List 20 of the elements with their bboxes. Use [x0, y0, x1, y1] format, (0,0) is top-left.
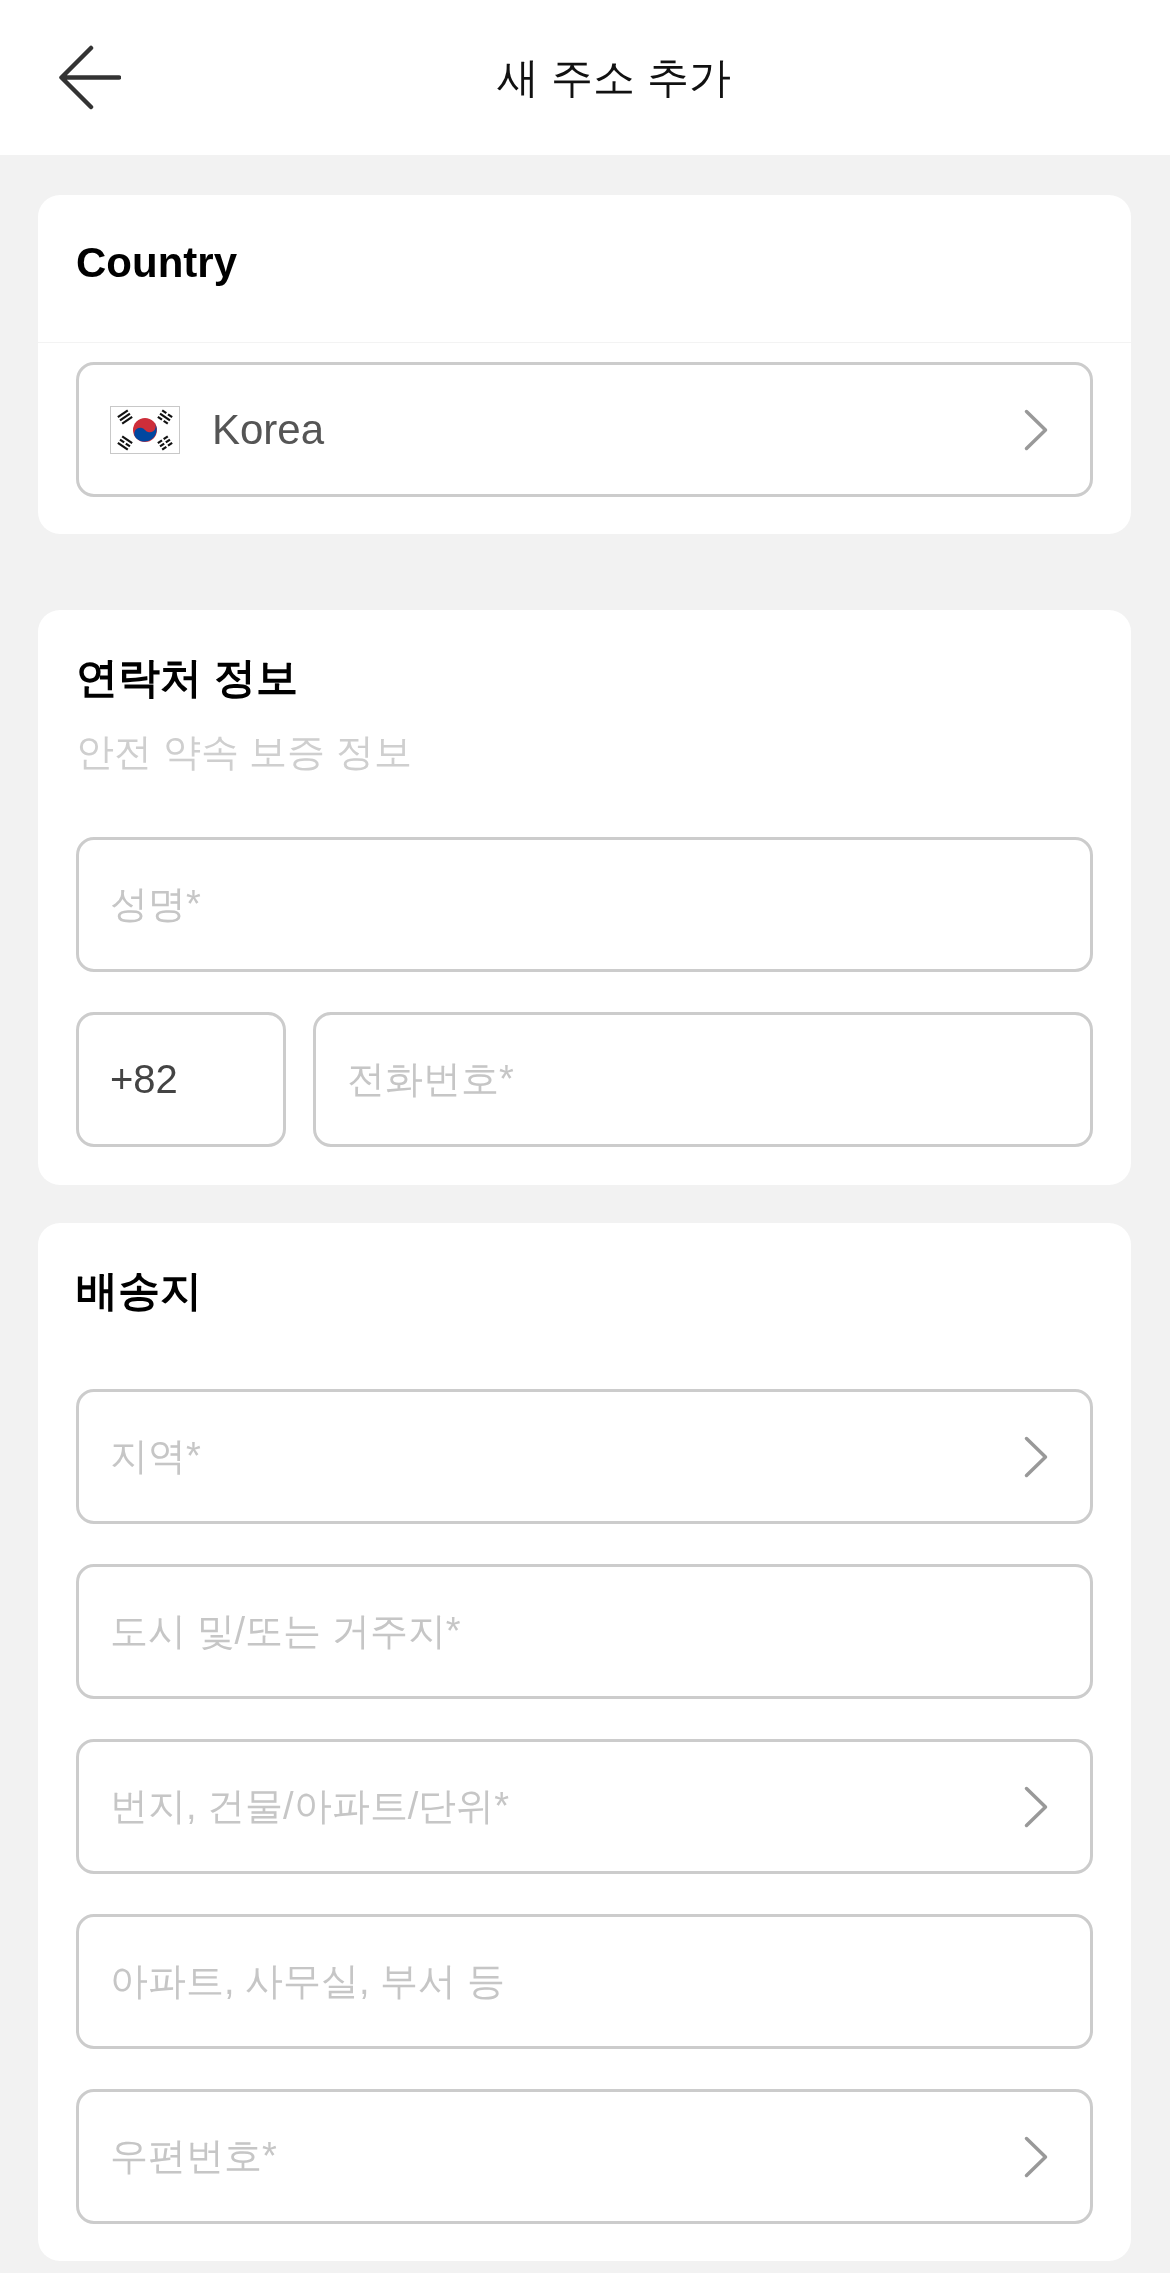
chevron-right-icon [1024, 2135, 1048, 2178]
flag-icon [110, 405, 180, 454]
section-title: 연락처 정보 [76, 653, 298, 703]
section-title: 배송지 [76, 1266, 202, 1316]
country-select-field[interactable]: Korea [76, 362, 1093, 497]
select-field[interactable]: 번지, 건물/아파트/단위* [76, 1739, 1093, 1874]
select-field[interactable]: 지역* [76, 1389, 1093, 1524]
page-title: 새 주소 추가 [497, 52, 731, 103]
select-field[interactable]: 우편번호* [76, 2089, 1093, 2224]
chevron-right-icon [1024, 1435, 1048, 1478]
input-field[interactable]: 전화번호* [313, 1012, 1093, 1147]
chevron-right-icon [1024, 408, 1048, 451]
chevron-right-icon [1024, 1785, 1048, 1828]
arrow-left-icon [58, 45, 121, 110]
input-field[interactable]: 성명* [76, 837, 1093, 972]
country-code-field[interactable]: +82 [76, 1012, 286, 1147]
section-title: Country [76, 239, 237, 286]
back-button[interactable] [58, 45, 121, 110]
input-field[interactable]: 도시 및/또는 거주지* [76, 1564, 1093, 1699]
input-field[interactable]: 아파트, 사무실, 부서 등 [76, 1914, 1093, 2049]
